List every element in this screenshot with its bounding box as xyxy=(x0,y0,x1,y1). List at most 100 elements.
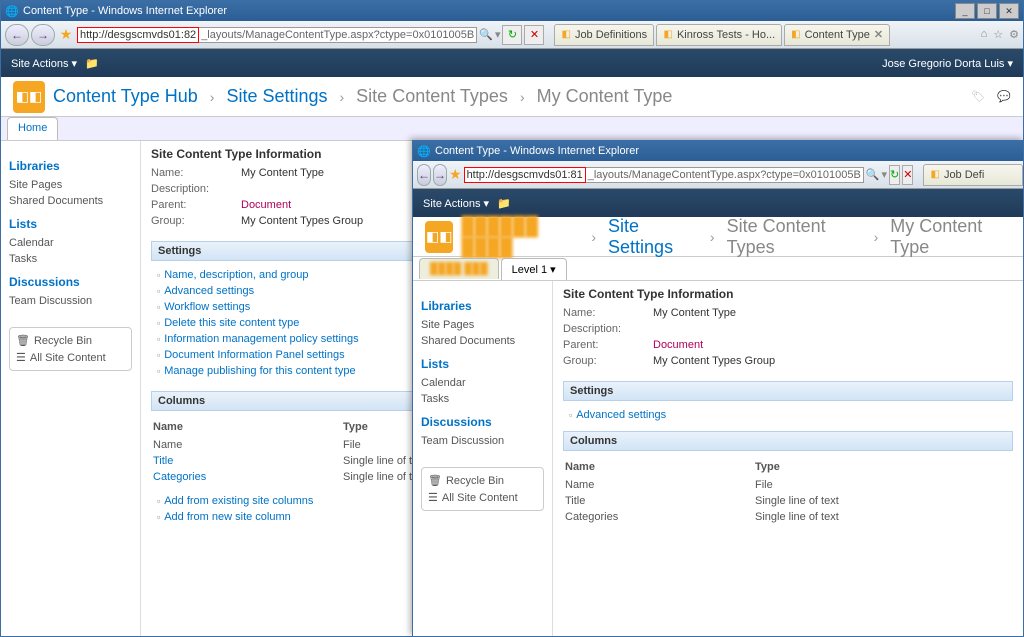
browser-tabs: ◧Job Definitions ◧Kinross Tests - Ho... … xyxy=(554,24,890,46)
site-actions-menu[interactable]: Site Actions ▾ xyxy=(11,57,77,70)
nav-shared-docs[interactable]: Shared Documents xyxy=(9,193,132,209)
site-icon[interactable]: ◧◧ xyxy=(425,221,453,253)
columns-header: Columns xyxy=(563,431,1013,451)
nav-calendar[interactable]: Calendar xyxy=(9,235,132,251)
allcontent-icon: ☰ xyxy=(16,351,26,364)
nav-head-lists[interactable]: Lists xyxy=(421,357,544,371)
recycle-bin-link[interactable]: 🗑Recycle Bin xyxy=(428,474,537,487)
col-type: Single line of text xyxy=(755,495,839,507)
site-actions-menu[interactable]: Site Actions ▾ xyxy=(423,197,489,210)
nav-head-libraries[interactable]: Libraries xyxy=(9,159,132,173)
tools-icon[interactable]: ⚙ xyxy=(1009,28,1019,41)
link-workflow[interactable]: Workflow settings xyxy=(164,301,250,313)
crumb-sct[interactable]: Site Content Types xyxy=(356,86,508,107)
parent-value[interactable]: Document xyxy=(653,339,1013,351)
nav-head-discussions[interactable]: Discussions xyxy=(421,415,544,429)
group-value: My Content Types Group xyxy=(653,355,1013,367)
navigate-up-icon[interactable]: 📁 xyxy=(497,197,511,210)
nav-site-pages[interactable]: Site Pages xyxy=(9,177,132,193)
nav-head-libraries[interactable]: Libraries xyxy=(421,299,544,313)
link-advanced[interactable]: Advanced settings xyxy=(576,409,666,421)
nav-site-pages[interactable]: Site Pages xyxy=(421,317,544,333)
nav-calendar[interactable]: Calendar xyxy=(421,375,544,391)
crumb-sct[interactable]: Site Content Types xyxy=(727,216,862,258)
add-new-col[interactable]: Add from new site column xyxy=(164,511,291,523)
col-head-type[interactable]: Type xyxy=(343,421,368,433)
crumb-sep-icon: › xyxy=(710,229,715,245)
stop-button[interactable]: ✕ xyxy=(902,165,913,185)
forward-button[interactable]: → xyxy=(31,24,55,46)
stop-button[interactable]: ✕ xyxy=(524,25,544,45)
ie-icon: 🌐 xyxy=(5,4,19,18)
close-button[interactable]: ✕ xyxy=(999,3,1019,19)
home-tab[interactable]: Home xyxy=(7,117,58,140)
site-icon[interactable]: ◧◧ xyxy=(13,81,45,113)
user-menu[interactable]: Jose Gregorio Dorta Luis ▾ xyxy=(882,57,1013,70)
recycle-bin-link[interactable]: 🗑Recycle Bin xyxy=(16,334,125,347)
nav-shared-docs[interactable]: Shared Documents xyxy=(421,333,544,349)
nav-team-discussion[interactable]: Team Discussion xyxy=(421,433,544,449)
search-magnifier-icon[interactable]: 🔍 xyxy=(866,168,880,181)
col-name[interactable]: Name xyxy=(153,439,343,451)
tab-close-icon[interactable]: ✕ xyxy=(874,28,883,41)
tab-content-type[interactable]: ◧Content Type✕ xyxy=(784,24,890,46)
nav-tasks[interactable]: Tasks xyxy=(421,391,544,407)
link-advanced[interactable]: Advanced settings xyxy=(164,285,254,297)
col-head-name[interactable]: Name xyxy=(565,461,755,473)
maximize-button[interactable]: □ xyxy=(977,3,997,19)
nav-tasks[interactable]: Tasks xyxy=(9,251,132,267)
col-head-type[interactable]: Type xyxy=(755,461,780,473)
tab-icon: ◧ xyxy=(791,29,800,40)
tab-kinross-tests[interactable]: ◧Kinross Tests - Ho... xyxy=(656,24,782,46)
all-site-content-link[interactable]: ☰All Site Content xyxy=(428,491,537,504)
nav-team-discussion[interactable]: Team Discussion xyxy=(9,293,132,309)
col-name[interactable]: Categories xyxy=(153,471,343,483)
dropdown-icon[interactable]: ▾ xyxy=(495,28,501,41)
back-button[interactable]: ← xyxy=(5,24,29,46)
favorites-icon[interactable]: ★ xyxy=(57,26,75,44)
crumb-blurred[interactable]: ██████ ████ xyxy=(461,216,579,258)
link-delete[interactable]: Delete this site content type xyxy=(164,317,299,329)
tab-level1[interactable]: Level 1 ▾ xyxy=(501,258,567,280)
title-bar[interactable]: 🌐 Content Type - Windows Internet Explor… xyxy=(413,141,1023,161)
back-button[interactable]: ← xyxy=(417,164,431,186)
link-publishing[interactable]: Manage publishing for this content type xyxy=(164,365,355,377)
nav-head-lists[interactable]: Lists xyxy=(9,217,132,231)
allcontent-icon: ☰ xyxy=(428,491,438,504)
favorites-icon[interactable]: ★ xyxy=(449,166,462,184)
home-icon[interactable]: ⌂ xyxy=(981,28,988,41)
col-name[interactable]: Title xyxy=(153,455,343,467)
url-box[interactable]: http://desgscmvds01:82 _layouts/ManageCo… xyxy=(77,25,477,45)
forward-button[interactable]: → xyxy=(433,164,447,186)
ie-icon: 🌐 xyxy=(417,144,431,158)
crumb-hub[interactable]: Content Type Hub xyxy=(53,86,198,107)
tag-icon[interactable]: 🏷 xyxy=(971,90,985,103)
link-name-desc[interactable]: Name, description, and group xyxy=(164,269,308,281)
refresh-button[interactable]: ↻ xyxy=(889,165,900,185)
tab-label: Job Defi xyxy=(944,169,984,181)
dropdown-icon[interactable]: ▾ xyxy=(882,168,888,181)
notes-icon[interactable]: 💬 xyxy=(997,90,1011,103)
search-magnifier-icon[interactable]: 🔍 xyxy=(479,28,493,41)
add-existing-cols[interactable]: Add from existing site columns xyxy=(164,495,313,507)
tab-blurred[interactable]: ████ ███ xyxy=(419,258,499,279)
crumb-settings[interactable]: Site Settings xyxy=(226,86,327,107)
tab-job-definitions[interactable]: ◧Job Definitions xyxy=(554,24,654,46)
minimize-button[interactable]: _ xyxy=(955,3,975,19)
tab-job-defi[interactable]: ◧Job Defi xyxy=(923,164,1023,186)
col-head-name[interactable]: Name xyxy=(153,421,343,433)
favorites-star-icon[interactable]: ☆ xyxy=(993,28,1003,41)
all-site-content-link[interactable]: ☰All Site Content xyxy=(16,351,125,364)
title-bar[interactable]: 🌐 Content Type - Windows Internet Explor… xyxy=(1,1,1023,21)
url-box[interactable]: http://desgscmvds01:81 _layouts/ManageCo… xyxy=(464,165,864,185)
link-imp[interactable]: Information management policy settings xyxy=(164,333,358,345)
navigate-up-icon[interactable]: 📁 xyxy=(85,57,99,70)
crumb-sep-icon: › xyxy=(591,229,596,245)
link-dip[interactable]: Document Information Panel settings xyxy=(164,349,344,361)
crumb-settings[interactable]: Site Settings xyxy=(608,216,698,258)
columns-head-row: NameType xyxy=(563,457,1013,477)
url-highlighted: http://desgscmvds01:81 xyxy=(464,167,586,183)
refresh-button[interactable]: ↻ xyxy=(502,25,522,45)
desc-label: Description: xyxy=(151,183,221,195)
nav-head-discussions[interactable]: Discussions xyxy=(9,275,132,289)
